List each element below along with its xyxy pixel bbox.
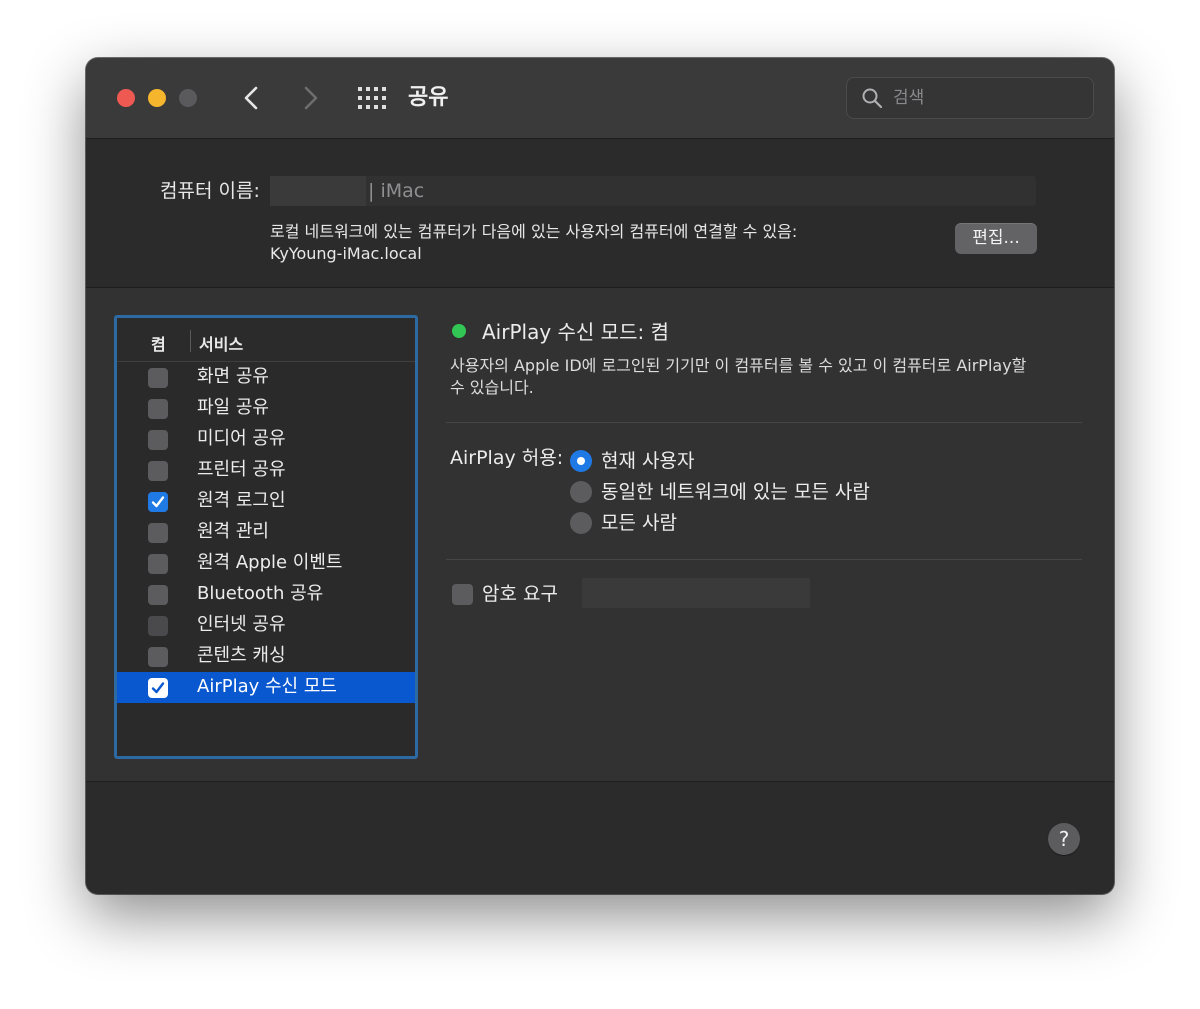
close-button[interactable] — [117, 89, 135, 107]
computer-name-description: 로컬 네트워크에 있는 컴퓨터가 다음에 있는 사용자의 컴퓨터에 연결할 수 … — [270, 221, 797, 265]
status-description: 사용자의 Apple ID에 로그인된 기기만 이 컴퓨터를 볼 수 있고 이 … — [450, 355, 1050, 399]
radio-label: 모든 사람 — [601, 512, 677, 534]
titlebar: 공유 검색 — [86, 58, 1114, 139]
password-field[interactable] — [582, 578, 810, 608]
service-checkbox[interactable] — [148, 585, 168, 605]
service-checkbox[interactable] — [148, 678, 168, 698]
checkmark-icon — [151, 682, 165, 694]
divider — [446, 422, 1082, 423]
status-description-line: 사용자의 Apple ID에 로그인된 기기만 이 컴퓨터를 볼 수 있고 이 … — [450, 356, 1027, 375]
radio-button[interactable] — [570, 481, 592, 503]
airplay-allow-label: AirPlay 허용: — [450, 447, 564, 469]
minimize-button[interactable] — [148, 89, 166, 107]
service-row[interactable]: 원격 관리 — [117, 517, 415, 548]
checkmark-icon — [151, 496, 165, 508]
service-row[interactable]: 원격 Apple 이벤트 — [117, 548, 415, 579]
service-label: 원격 관리 — [197, 521, 269, 542]
local-hostname: KyYoung-iMac.local — [270, 244, 422, 263]
search-field[interactable]: 검색 — [846, 77, 1094, 119]
service-checkbox[interactable] — [148, 616, 168, 636]
divider — [446, 559, 1082, 560]
radio-button[interactable] — [570, 450, 592, 472]
service-row[interactable]: 프린터 공유 — [117, 455, 415, 486]
service-label: 인터넷 공유 — [197, 614, 286, 635]
service-label: 원격 Apple 이벤트 — [197, 552, 343, 573]
service-row[interactable]: 콘텐츠 캐싱 — [117, 641, 415, 672]
service-checkbox[interactable] — [148, 461, 168, 481]
service-label: 파일 공유 — [197, 397, 269, 418]
status-title: AirPlay 수신 모드: 켬 — [482, 320, 669, 344]
computer-name-label: 컴퓨터 이름: — [160, 180, 260, 202]
column-separator — [190, 330, 191, 352]
edit-button[interactable]: 편집... — [955, 223, 1037, 254]
search-icon — [862, 88, 883, 109]
computer-name-field[interactable]: | iMac — [270, 176, 1036, 206]
service-row[interactable]: 화면 공유 — [117, 362, 415, 393]
service-checkbox[interactable] — [148, 399, 168, 419]
service-row[interactable]: 원격 로그인 — [117, 486, 415, 517]
service-label: 프린터 공유 — [197, 459, 286, 480]
services-list[interactable]: 켬 서비스 화면 공유파일 공유미디어 공유프린터 공유원격 로그인원격 관리원… — [114, 315, 418, 759]
service-row[interactable]: Bluetooth 공유 — [117, 579, 415, 610]
service-label: 화면 공유 — [197, 366, 269, 387]
service-label: Bluetooth 공유 — [197, 583, 324, 604]
service-checkbox[interactable] — [148, 368, 168, 388]
radio-button[interactable] — [570, 512, 592, 534]
computer-name-section: 컴퓨터 이름: | iMac 로컬 네트워크에 있는 컴퓨터가 다음에 있는 사… — [86, 139, 1114, 288]
help-button[interactable]: ? — [1048, 823, 1080, 855]
description-line: 로컬 네트워크에 있는 컴퓨터가 다음에 있는 사용자의 컴퓨터에 연결할 수 … — [270, 222, 798, 241]
zoom-button[interactable] — [179, 89, 197, 107]
status-description-line: 수 있습니다. — [450, 378, 534, 397]
service-row[interactable]: 인터넷 공유 — [117, 610, 415, 641]
service-row[interactable]: 파일 공유 — [117, 393, 415, 424]
require-password-checkbox[interactable] — [452, 584, 473, 605]
radio-label: 동일한 네트워크에 있는 모든 사람 — [601, 481, 870, 503]
status-indicator-dot — [452, 324, 466, 338]
service-checkbox[interactable] — [148, 492, 168, 512]
chevron-left-icon — [244, 86, 258, 110]
show-all-grid-icon[interactable] — [358, 87, 386, 109]
column-on-header[interactable]: 켬 — [151, 331, 166, 355]
redacted-name — [270, 176, 366, 206]
radio-label: 현재 사용자 — [601, 450, 695, 472]
window-title: 공유 — [408, 85, 449, 110]
service-label: AirPlay 수신 모드 — [197, 676, 337, 697]
sharing-window: 공유 검색 컴퓨터 이름: | iMac 로컬 네트워크에 있는 컴퓨터가 다음… — [86, 58, 1114, 894]
computer-name-value: | iMac — [368, 180, 425, 202]
service-checkbox[interactable] — [148, 647, 168, 667]
services-rows: 화면 공유파일 공유미디어 공유프린터 공유원격 로그인원격 관리원격 Appl… — [117, 362, 415, 703]
column-service-header[interactable]: 서비스 — [199, 331, 243, 355]
service-checkbox[interactable] — [148, 554, 168, 574]
service-row[interactable]: 미디어 공유 — [117, 424, 415, 455]
back-button[interactable] — [236, 82, 268, 114]
service-label: 미디어 공유 — [197, 428, 286, 449]
chevron-right-icon — [304, 86, 318, 110]
service-label: 원격 로그인 — [197, 490, 286, 511]
service-label: 콘텐츠 캐싱 — [197, 645, 286, 666]
main-section: 켬 서비스 화면 공유파일 공유미디어 공유프린터 공유원격 로그인원격 관리원… — [86, 288, 1114, 782]
search-placeholder: 검색 — [893, 88, 925, 108]
services-list-header: 켬 서비스 — [117, 318, 415, 362]
require-password-row[interactable]: 암호 요구 — [452, 578, 812, 608]
service-checkbox[interactable] — [148, 430, 168, 450]
service-checkbox[interactable] — [148, 523, 168, 543]
service-row[interactable]: AirPlay 수신 모드 — [117, 672, 415, 703]
require-password-label: 암호 요구 — [482, 583, 558, 605]
forward-button[interactable] — [294, 82, 326, 114]
